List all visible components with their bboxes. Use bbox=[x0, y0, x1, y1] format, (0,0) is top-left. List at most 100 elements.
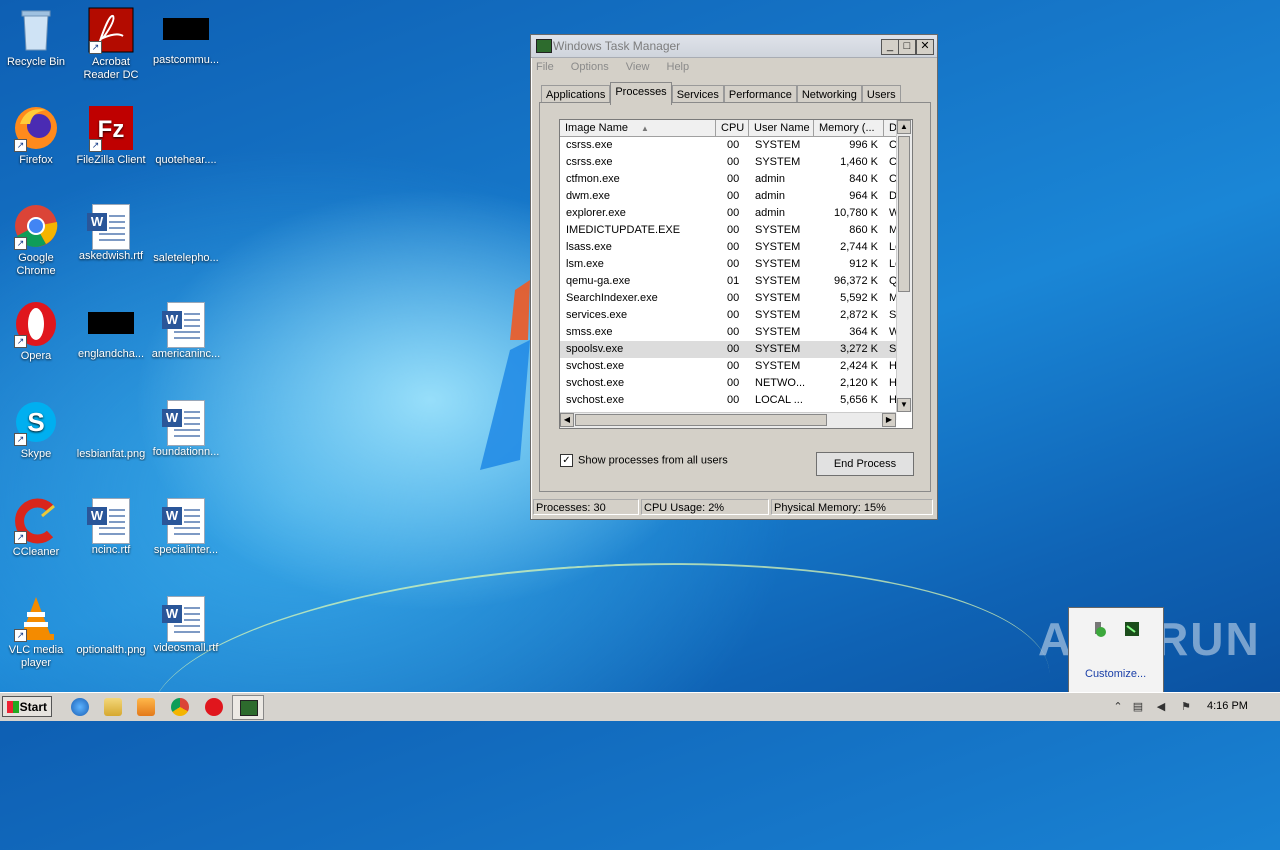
show-all-processes-label: Show processes from all users bbox=[578, 454, 728, 467]
window-titlebar[interactable]: Windows Task Manager _ □ ✕ bbox=[531, 35, 937, 58]
filezilla-icon: Fz ↗ bbox=[87, 104, 135, 152]
shortcut-arrow-icon: ↗ bbox=[89, 139, 102, 152]
column-cpu[interactable]: CPU bbox=[716, 120, 749, 136]
network-status-icon[interactable] bbox=[1123, 620, 1141, 638]
menu-view[interactable]: View bbox=[625, 61, 651, 73]
desktop-icon-opera[interactable]: ↗ Opera bbox=[0, 300, 72, 363]
process-row[interactable]: svchost.exe 00 LOCAL ... 5,656 KH bbox=[560, 392, 897, 409]
process-row[interactable]: lsm.exe00SYSTEM912 KLo bbox=[560, 256, 899, 273]
desktop-icon-label: Skype bbox=[20, 448, 52, 460]
desktop-icon-saletelepho[interactable]: saletelepho... bbox=[150, 202, 222, 265]
shortcut-arrow-icon: ↗ bbox=[14, 237, 27, 250]
show-hidden-icons-icon[interactable]: ⌃ bbox=[1112, 701, 1124, 713]
desktop-icon-firefox[interactable]: ↗ Firefox bbox=[0, 104, 72, 167]
end-process-button[interactable]: End Process bbox=[816, 452, 914, 476]
task-manager-taskbar-button[interactable] bbox=[232, 695, 264, 720]
process-row[interactable]: svchost.exe 00 NETWO... 2,120 KH bbox=[560, 375, 897, 392]
process-row[interactable]: spoolsv.exe00SYSTEM3,272 KSp bbox=[560, 341, 899, 358]
show-all-processes-row[interactable]: ✓ Show processes from all users bbox=[560, 454, 728, 467]
close-button[interactable]: ✕ bbox=[916, 39, 934, 55]
tab-processes[interactable]: Processes bbox=[610, 82, 672, 105]
opera-icon[interactable] bbox=[205, 698, 223, 716]
process-cpu: 00 bbox=[727, 343, 740, 355]
process-row[interactable]: services.exe00SYSTEM2,872 KSe bbox=[560, 307, 899, 324]
task-manager-window[interactable]: Windows Task Manager _ □ ✕ File Options … bbox=[530, 34, 938, 520]
status-bar: Processes: 30 CPU Usage: 2% Physical Mem… bbox=[533, 499, 933, 517]
desktop-icon-askedwish[interactable]: W askedwish.rtf bbox=[75, 202, 147, 263]
desktop-icon-foundationn[interactable]: W foundationn... bbox=[150, 398, 222, 459]
column-image-name[interactable]: Image Name ▲ bbox=[560, 120, 716, 136]
window-title: Windows Task Manager bbox=[553, 39, 681, 53]
desktop-icon-ncinc[interactable]: W ncinc.rtf bbox=[75, 496, 147, 557]
internet-explorer-icon[interactable] bbox=[71, 698, 89, 716]
desktop-icon-americaninc[interactable]: W americaninc... bbox=[150, 300, 222, 361]
show-all-processes-checkbox[interactable]: ✓ bbox=[560, 454, 573, 467]
vertical-scrollbar[interactable]: ▲ ▼ bbox=[896, 120, 912, 412]
process-row[interactable]: qemu-ga.exe 01 SYSTEM 96,372 KQ bbox=[560, 273, 898, 290]
network-icon[interactable]: ▤ bbox=[1132, 701, 1144, 713]
desktop-icon-vlc[interactable]: ↗ VLC media player bbox=[0, 594, 72, 670]
menu-help[interactable]: Help bbox=[666, 61, 691, 73]
desktop-icon-label: quotehear.... bbox=[155, 154, 217, 166]
process-row[interactable]: svchost.exe 00 SYSTEM 2,424 KH bbox=[560, 358, 897, 375]
scroll-right-arrow-icon[interactable]: ▶ bbox=[882, 413, 896, 427]
process-cpu: 00 bbox=[727, 190, 740, 202]
maximize-button[interactable]: □ bbox=[898, 39, 916, 55]
volume-icon[interactable]: ◀ bbox=[1155, 701, 1167, 713]
png-file-icon bbox=[87, 398, 135, 446]
desktop-icon-lesbianfat[interactable]: lesbianfat.png bbox=[75, 398, 147, 461]
column-memory[interactable]: Memory (... bbox=[814, 120, 884, 136]
customize-link[interactable]: Customize... bbox=[1085, 668, 1146, 680]
chrome-icon[interactable] bbox=[171, 698, 189, 716]
desktop-icon-label: foundationn... bbox=[152, 446, 220, 458]
word-document-icon: W bbox=[162, 400, 205, 446]
scrollbar-thumb[interactable] bbox=[898, 136, 910, 292]
process-row[interactable]: IMEDICTUPDATE.EXE 00 SYSTEM 860 KM bbox=[560, 222, 898, 239]
scroll-left-arrow-icon[interactable]: ◀ bbox=[560, 413, 574, 427]
desktop-icon-ccleaner[interactable]: ↗ CCleaner bbox=[0, 496, 72, 559]
scroll-up-arrow-icon[interactable]: ▲ bbox=[897, 120, 911, 134]
start-button[interactable]: Start bbox=[2, 696, 52, 717]
desktop-icon-chrome[interactable]: ↗ Google Chrome bbox=[0, 202, 72, 278]
process-row[interactable]: smss.exe 00 SYSTEM 364 KW bbox=[560, 324, 899, 341]
menu-options[interactable]: Options bbox=[570, 61, 610, 73]
usb-device-icon[interactable] bbox=[1089, 620, 1107, 638]
desktop-icon-englandcha[interactable]: englandcha... bbox=[75, 300, 147, 361]
process-row[interactable]: lsass.exe00SYSTEM2,744 KLo bbox=[560, 239, 899, 256]
process-cpu: 00 bbox=[727, 224, 740, 236]
media-player-icon[interactable] bbox=[137, 698, 155, 716]
process-name: SearchIndexer.exe bbox=[566, 292, 658, 304]
minimize-button[interactable]: _ bbox=[881, 39, 899, 55]
action-center-flag-icon[interactable]: ⚑ bbox=[1180, 701, 1192, 713]
process-cpu: 00 bbox=[727, 139, 740, 151]
desktop-icon-recycle-bin[interactable]: Recycle Bin bbox=[0, 6, 72, 69]
menu-file[interactable]: File bbox=[535, 61, 555, 73]
desktop-icon-quotehear[interactable]: quotehear.... bbox=[150, 104, 222, 167]
scroll-down-arrow-icon[interactable]: ▼ bbox=[897, 398, 911, 412]
desktop-icon-pastcommu[interactable]: pastcommu... bbox=[150, 6, 222, 67]
desktop-icon-optionalth[interactable]: optionalth.png bbox=[75, 594, 147, 657]
process-row[interactable]: SearchIndexer.exe 00 SYSTEM 5,592 KM bbox=[560, 290, 898, 307]
desktop-icon-skype[interactable]: S ↗ Skype bbox=[0, 398, 72, 461]
desktop-icon-specialinter[interactable]: W specialinter... bbox=[150, 496, 222, 557]
horizontal-scrollbar[interactable]: ◀ ▶ bbox=[560, 412, 896, 428]
process-list[interactable]: Image Name ▲ CPU User Name Memory (... D… bbox=[559, 119, 913, 429]
clock[interactable]: 4:16 PM bbox=[1207, 700, 1248, 712]
process-row[interactable]: csrss.exe 00 SYSTEM 996 KC bbox=[560, 137, 897, 154]
image-thumbnail-icon bbox=[163, 18, 209, 40]
desktop-icon-acrobat[interactable]: ↗ Acrobat Reader DC bbox=[75, 6, 147, 82]
column-user-name[interactable]: User Name bbox=[749, 120, 814, 136]
process-row[interactable]: dwm.exe 00 admin 964 KD bbox=[560, 188, 897, 205]
process-row[interactable]: csrss.exe 00 SYSTEM 1,460 KC bbox=[560, 154, 897, 171]
process-row[interactable]: ctfmon.exe 00 admin 840 KC bbox=[560, 171, 897, 188]
scrollbar-thumb[interactable] bbox=[575, 414, 827, 426]
desktop-icon-filezilla[interactable]: Fz ↗ FileZilla Client bbox=[75, 104, 147, 167]
chrome-icon: ↗ bbox=[12, 202, 60, 250]
file-icon bbox=[162, 104, 210, 152]
process-row[interactable]: explorer.exe 00 admin 10,780 KW bbox=[560, 205, 899, 222]
skype-icon: S ↗ bbox=[12, 398, 60, 446]
process-name: csrss.exe bbox=[566, 156, 613, 168]
sort-ascending-icon: ▲ bbox=[641, 124, 649, 133]
desktop-icon-videosmall[interactable]: W videosmall.rtf bbox=[150, 594, 222, 655]
explorer-folder-icon[interactable] bbox=[104, 698, 122, 716]
